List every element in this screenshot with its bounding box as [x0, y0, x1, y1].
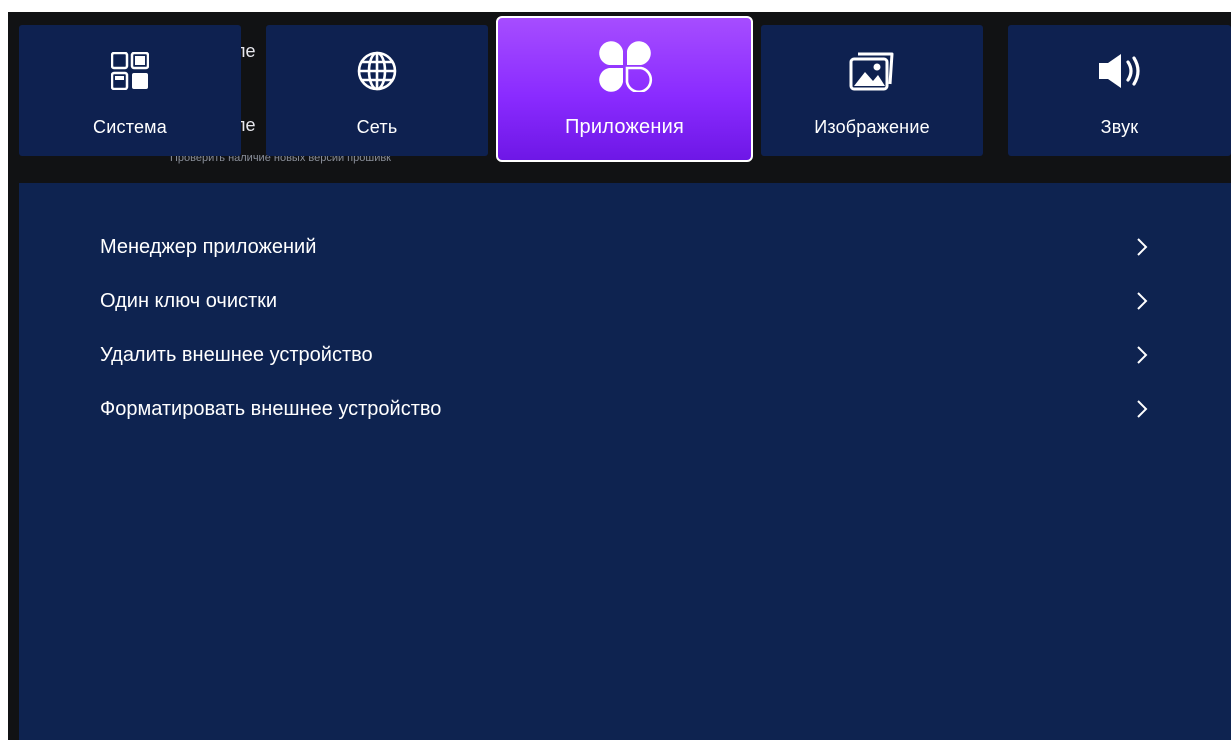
tab-picture[interactable]: Изображение — [761, 25, 983, 156]
tv-settings-screen: ле ле Проверить наличие новых версий про… — [8, 12, 1231, 740]
tab-apps[interactable]: Приложения — [496, 16, 753, 162]
apps-clover-icon — [596, 41, 654, 92]
menu-item-label: Один ключ очистки — [100, 289, 278, 312]
menu-item-one-key-clean[interactable]: Один ключ очистки — [100, 281, 1150, 321]
chevron-right-icon — [1136, 398, 1150, 420]
menu-item-app-manager[interactable]: Менеджер приложений — [100, 227, 1150, 267]
tab-system[interactable]: Система — [19, 25, 241, 156]
tab-label: Изображение — [814, 117, 930, 137]
menu-item-label: Удалить внешнее устройство — [100, 343, 373, 366]
tab-sound[interactable]: Звук — [1008, 25, 1231, 156]
tab-label: Сеть — [356, 117, 398, 137]
tab-label: Приложения — [564, 116, 684, 138]
chevron-right-icon — [1136, 344, 1150, 366]
menu-item-label: Форматировать внешнее устройство — [100, 397, 442, 420]
tab-network[interactable]: Сеть — [266, 25, 488, 156]
menu-item-remove-external-device[interactable]: Удалить внешнее устройство — [100, 335, 1150, 375]
picture-icon — [848, 47, 896, 95]
chevron-right-icon — [1136, 290, 1150, 312]
chevron-right-icon — [1136, 236, 1150, 258]
menu-item-format-external-device[interactable]: Форматировать внешнее устройство — [100, 389, 1150, 429]
speaker-icon — [1096, 47, 1144, 95]
apps-settings-panel: Менеджер приложений Один ключ очистки Уд… — [19, 183, 1231, 740]
system-grid-icon — [111, 47, 149, 95]
tab-label: Система — [93, 117, 167, 137]
globe-icon — [356, 47, 398, 95]
tab-label: Звук — [1100, 117, 1139, 137]
menu-item-label: Менеджер приложений — [100, 235, 317, 258]
